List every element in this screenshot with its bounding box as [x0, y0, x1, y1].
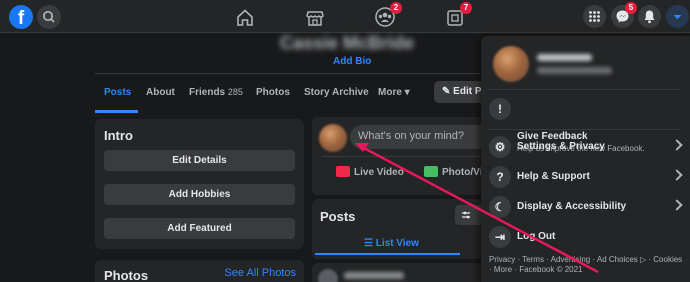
post-author-blurred — [344, 272, 404, 279]
chevron-right-icon — [671, 169, 683, 181]
pencil-icon: ✎ — [442, 86, 451, 97]
photos-title: Photos — [104, 268, 149, 282]
tab-friends-label: Friends — [189, 87, 226, 98]
menu-profile-name-blurred — [537, 54, 592, 61]
tab-more[interactable]: More ▾ — [378, 87, 410, 98]
tab-about[interactable]: About — [146, 87, 175, 98]
live-video-button[interactable]: Live Video — [336, 166, 404, 178]
post-preview-card — [312, 263, 497, 282]
question-icon: ? — [489, 166, 511, 188]
tab-friends[interactable]: Friends 285 — [189, 87, 243, 98]
grid-menu-icon — [589, 11, 600, 22]
groups-notification-badge: 2 — [390, 2, 402, 14]
post-author-avatar — [318, 269, 338, 282]
live-video-label: Live Video — [354, 167, 404, 178]
intro-card: Intro Edit Details Add Hobbies Add Featu… — [95, 119, 304, 249]
photo-video-button[interactable]: Photo/Vid — [424, 166, 488, 178]
active-tab-indicator — [95, 110, 138, 113]
gaming-notification-badge: 7 — [460, 2, 472, 14]
add-featured-button[interactable]: Add Featured — [104, 218, 295, 239]
moon-icon: ☾ — [489, 196, 511, 218]
log-out-item[interactable]: ⇥ Log Out — [485, 223, 687, 251]
notifications-button[interactable] — [638, 5, 661, 28]
chevron-right-icon — [671, 199, 683, 211]
logout-door-icon: ⇥ — [489, 226, 511, 248]
live-video-icon — [336, 166, 350, 177]
posts-title: Posts — [320, 209, 356, 224]
status-composer-input[interactable]: What's on your mind? — [350, 125, 490, 149]
facebook-logo-letter: f — [17, 8, 25, 29]
caret-down-icon — [673, 15, 682, 19]
list-view-indicator — [315, 253, 460, 255]
tab-story-archive[interactable]: Story Archive — [304, 87, 369, 98]
help-support-item[interactable]: ? Help & Support — [485, 163, 687, 191]
menu-divider — [489, 129, 681, 130]
tab-photos[interactable]: Photos — [256, 87, 290, 98]
user-avatar[interactable] — [319, 124, 347, 152]
help-support-label: Help & Support — [517, 171, 590, 182]
menu-profile-link[interactable] — [487, 40, 685, 90]
intro-title: Intro — [104, 128, 133, 143]
settings-privacy-item[interactable]: ⚙ Settings & Privacy — [485, 133, 687, 161]
see-all-photos-link[interactable]: See All Photos — [224, 267, 296, 279]
profile-name-blurred: Cassie McBride — [280, 33, 415, 53]
friends-count: 285 — [227, 87, 243, 97]
composer-divider — [322, 156, 492, 157]
search-button[interactable] — [37, 5, 61, 29]
menu-profile-avatar — [493, 46, 529, 82]
photos-card: Photos See All Photos — [95, 260, 304, 282]
bell-icon — [644, 10, 655, 24]
menu-divider — [489, 89, 681, 90]
groups-tab[interactable]: 2 — [372, 2, 402, 30]
home-icon — [237, 9, 253, 26]
log-out-label: Log Out — [517, 231, 556, 242]
tab-posts[interactable]: Posts — [104, 87, 131, 98]
add-bio-link[interactable]: Add Bio — [333, 56, 371, 67]
add-hobbies-button[interactable]: Add Hobbies — [104, 184, 295, 205]
account-menu-button[interactable] — [666, 5, 689, 28]
gaming-tab[interactable]: 7 — [442, 2, 472, 30]
search-icon — [42, 10, 55, 23]
chevron-right-icon — [671, 139, 683, 151]
top-navigation-bar: f 2 7 5 — [0, 0, 690, 33]
edit-details-button[interactable]: Edit Details — [104, 150, 295, 171]
menu-grid-button[interactable] — [583, 5, 606, 28]
menu-profile-sub-blurred — [537, 67, 612, 74]
facebook-logo[interactable]: f — [9, 5, 33, 29]
settings-privacy-label: Settings & Privacy — [517, 141, 605, 152]
messenger-button[interactable]: 5 — [611, 2, 637, 28]
feedback-icon: ! — [489, 98, 511, 120]
photo-icon — [424, 166, 438, 177]
display-accessibility-label: Display & Accessibility — [517, 201, 627, 212]
messenger-notification-badge: 5 — [625, 2, 637, 14]
list-view-tab[interactable]: ☰ List View — [364, 238, 419, 249]
tabs-divider — [95, 73, 480, 74]
display-accessibility-item[interactable]: ☾ Display & Accessibility — [485, 193, 687, 221]
gear-icon: ⚙ — [489, 136, 511, 158]
home-tab[interactable] — [232, 4, 258, 30]
marketplace-icon — [306, 11, 324, 26]
marketplace-tab[interactable] — [302, 4, 328, 30]
menu-footer-links[interactable]: Privacy · Terms · Advertising · Ad Choic… — [489, 255, 687, 275]
account-dropdown-menu: ! Give Feedback Help us improve the new … — [481, 36, 690, 282]
give-feedback-item[interactable]: ! — [485, 91, 687, 127]
